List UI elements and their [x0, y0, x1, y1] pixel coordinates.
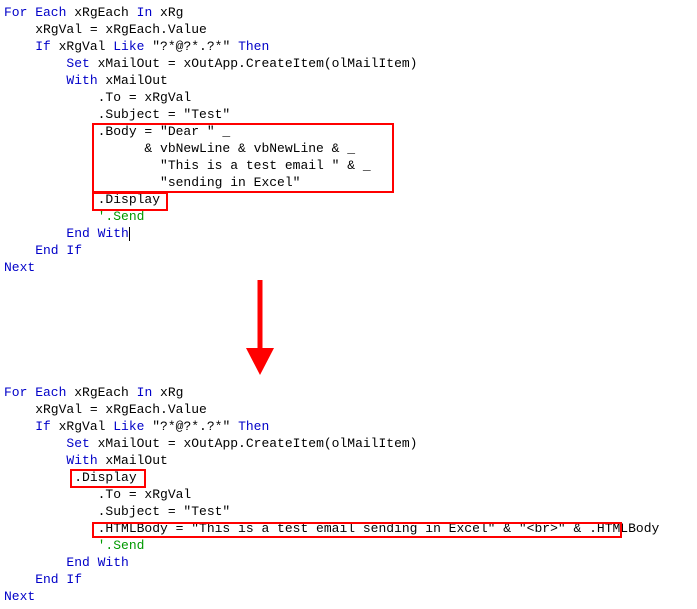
code-line: '.Send: [4, 537, 693, 554]
code-line: .Display: [4, 469, 693, 486]
code-line: For Each xRgEach In xRg: [4, 4, 693, 21]
code-line: xRgVal = xRgEach.Value: [4, 21, 693, 38]
code-line: Next: [4, 259, 693, 276]
code-line: .HTMLBody = "This is a test email sendin…: [4, 520, 693, 537]
code-line: End If: [4, 242, 693, 259]
keyword: In: [137, 5, 153, 20]
code-line: "This is a test email " & _: [4, 157, 693, 174]
code-line: xRgVal = xRgEach.Value: [4, 401, 693, 418]
code-line: .To = xRgVal: [4, 89, 693, 106]
code-line: With xMailOut: [4, 72, 693, 89]
code-line: .To = xRgVal: [4, 486, 693, 503]
code-line: For Each xRgEach In xRg: [4, 384, 693, 401]
code-line: If xRgVal Like "?*@?*.?*" Then: [4, 38, 693, 55]
code-line: With xMailOut: [4, 452, 693, 469]
code-line: Set xMailOut = xOutApp.CreateItem(olMail…: [4, 55, 693, 72]
code-line: Next: [4, 588, 693, 605]
code-line: '.Send: [4, 208, 693, 225]
code-line: End With: [4, 225, 693, 242]
spacer: [4, 276, 693, 384]
code-line: End If: [4, 571, 693, 588]
code-line: "sending in Excel": [4, 174, 693, 191]
code-line: End With: [4, 554, 693, 571]
code-line: If xRgVal Like "?*@?*.?*" Then: [4, 418, 693, 435]
comment: '.Send: [4, 209, 144, 224]
code-line: .Subject = "Test": [4, 106, 693, 123]
code-block-after: For Each xRgEach In xRg xRgVal = xRgEach…: [4, 384, 693, 605]
code-line: .Body = "Dear " _: [4, 123, 693, 140]
code-line: & vbNewLine & vbNewLine & _: [4, 140, 693, 157]
text-cursor: [129, 227, 130, 241]
code-line: .Display: [4, 191, 693, 208]
code-line: Set xMailOut = xOutApp.CreateItem(olMail…: [4, 435, 693, 452]
keyword: For Each: [4, 5, 66, 20]
code-line: .Subject = "Test": [4, 503, 693, 520]
comment: '.Send: [4, 538, 144, 553]
code-block-before: For Each xRgEach In xRg xRgVal = xRgEach…: [4, 4, 693, 276]
